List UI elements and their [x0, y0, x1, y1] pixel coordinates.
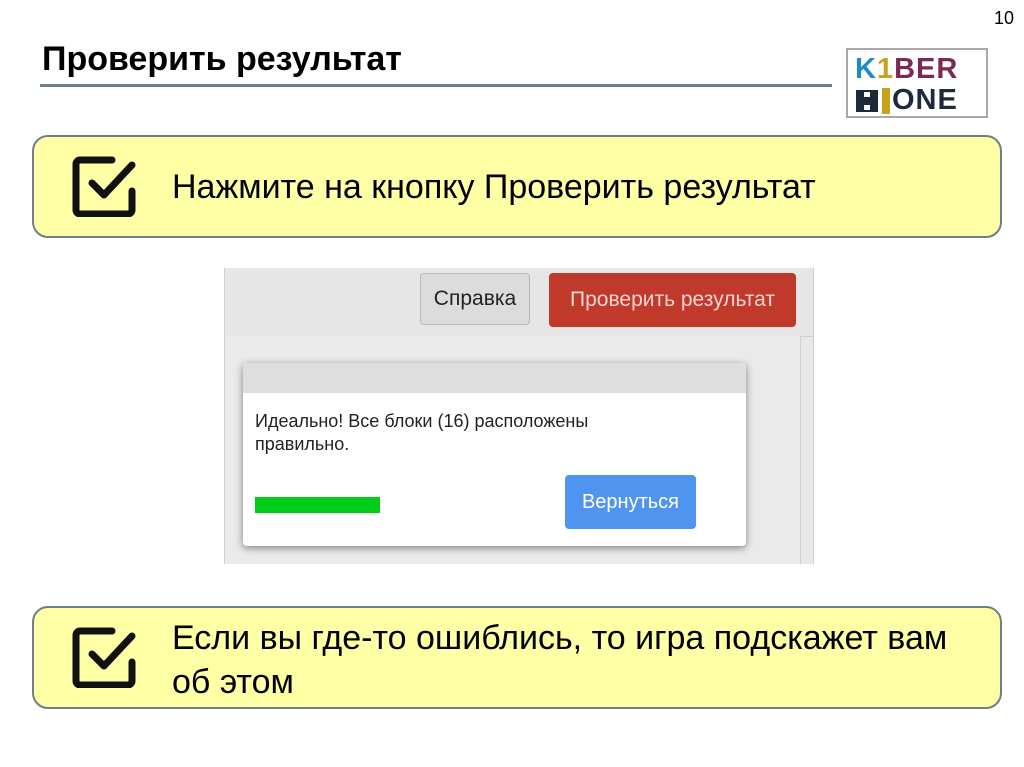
game-screenshot: Справка Проверить результат Идеально! Вс… [224, 268, 814, 564]
return-button[interactable]: Вернуться [565, 475, 696, 529]
title-underline [40, 84, 832, 87]
slide-number: 10 [993, 8, 1015, 28]
checkbox-icon [72, 156, 136, 217]
instruction-callout-1: Нажмите на кнопку Проверить результат [32, 135, 1002, 238]
logo-line-2: ONE [892, 84, 958, 116]
result-dialog: Идеально! Все блоки (16) расположены пра… [243, 363, 746, 546]
checkbox-icon [72, 627, 136, 688]
check-result-button[interactable]: Проверить результат [549, 273, 796, 327]
toolbar: Справка Проверить результат [225, 268, 813, 337]
slide-title: Проверить результат [42, 40, 402, 78]
kiberone-logo: K1BER ONE [846, 48, 988, 118]
instruction-callout-2: Если вы где-то ошиблись, то игра подскаж… [32, 606, 1002, 709]
logo-line-1: K1BER [855, 53, 959, 85]
progress-fill [255, 497, 380, 513]
help-button[interactable]: Справка [420, 273, 530, 325]
dialog-message: Идеально! Все блоки (16) расположены пра… [255, 411, 589, 454]
progress-bar [255, 497, 380, 513]
callout-text: Нажмите на кнопку Проверить результат [172, 168, 816, 206]
dialog-header [243, 363, 746, 393]
qr-code-icon [856, 90, 878, 112]
logo-accent-bar [882, 88, 890, 114]
callout-text: Если вы где-то ошиблись, то игра подскаж… [172, 619, 948, 701]
